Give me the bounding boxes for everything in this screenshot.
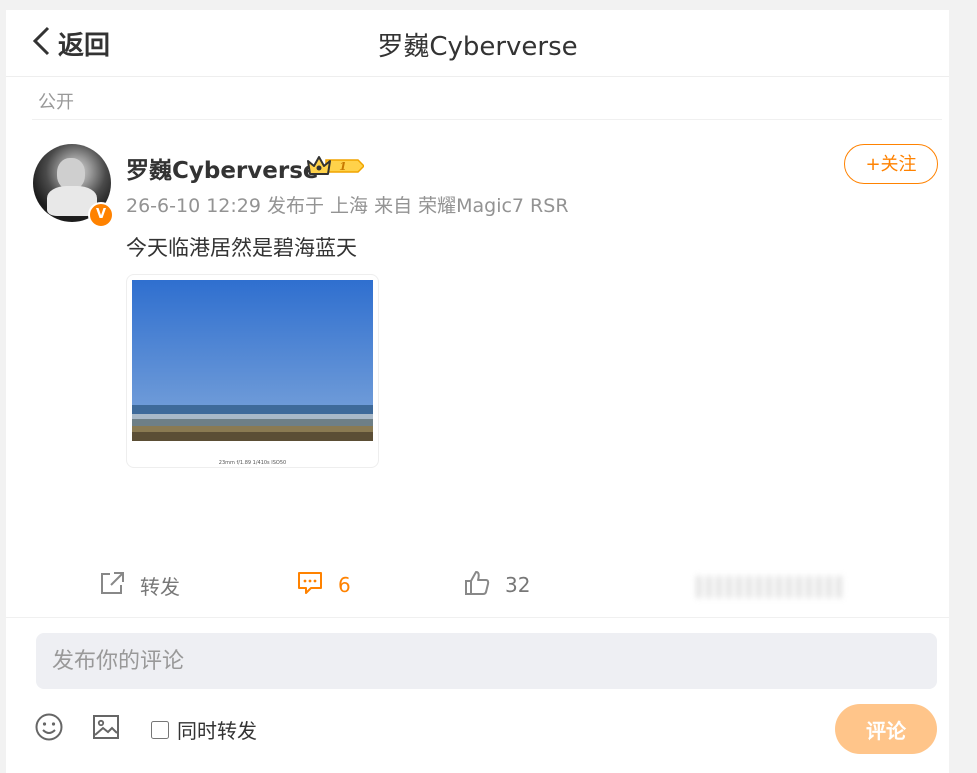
image-upload-icon[interactable] [91,712,121,746]
visibility-label: 公开 [38,92,74,113]
crown-icon[interactable]: 1 [306,153,366,183]
blurred-area [696,576,846,598]
comment-input[interactable] [36,633,937,689]
also-repost-option[interactable]: 同时转发 [151,715,257,744]
level-badge-text: 1 [339,160,347,173]
post-meta: 26-6-10 12:29 发布于 上海 来自 荣耀Magic7 RSR [126,195,569,217]
divider [32,119,942,120]
like-button[interactable]: 32 [463,565,530,605]
image-caption: 23mm f/1.89 1/410s ISO50 [218,460,287,466]
emoji-icon[interactable] [34,712,64,746]
follow-button[interactable]: +关注 [844,144,938,184]
comment-count: 6 [338,573,351,597]
comment-button[interactable]: 6 [296,565,351,605]
thumbs-up-icon [463,569,491,601]
verified-badge: V [88,202,114,228]
post-text: 今天临港居然是碧海蓝天 [126,236,357,260]
also-repost-label: 同时转发 [177,719,257,743]
comment-icon [296,570,324,600]
submit-comment-button[interactable]: 评论 [835,704,937,754]
page-title: 罗巍Cyberverse [377,32,578,62]
top-bar: 返回 罗巍Cyberverse [6,10,949,77]
repost-button[interactable]: 转发 [98,565,180,605]
author-name[interactable]: 罗巍Cyberverse [126,151,319,185]
post-image[interactable]: 23mm f/1.89 1/410s ISO50 [126,274,379,468]
sea-photo [132,280,373,441]
repost-label: 转发 [140,574,180,599]
divider [6,617,949,618]
weibo-detail-page: 返回 罗巍Cyberverse 公开 V 罗巍Cyberverse 1 26-6… [6,10,949,773]
share-icon [98,570,126,600]
also-repost-checkbox[interactable] [151,720,169,739]
like-count: 32 [505,573,531,597]
